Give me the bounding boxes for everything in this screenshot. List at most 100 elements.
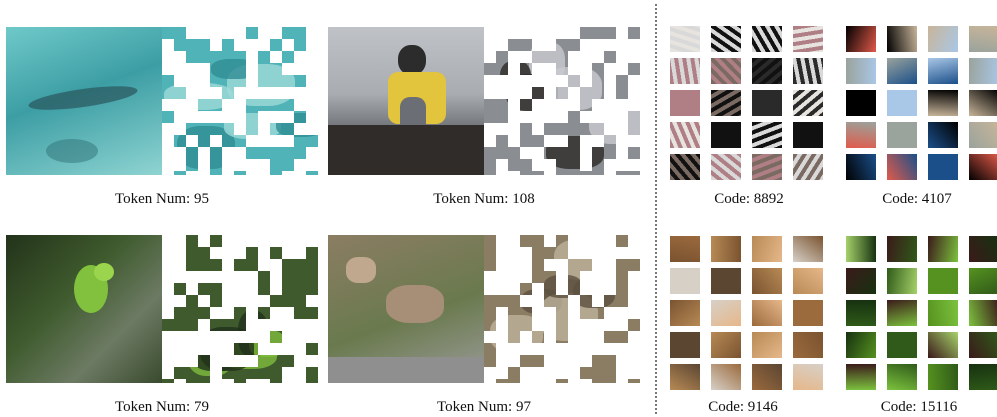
code-patch (928, 58, 958, 84)
code-patch (846, 154, 876, 180)
code-patch (752, 122, 782, 148)
image-pair-fisherman (328, 27, 640, 175)
code-patch (887, 58, 917, 84)
code-patch (846, 58, 876, 84)
code-patch (969, 154, 997, 180)
code-patch (752, 90, 782, 116)
code-patch (711, 364, 741, 390)
codebook-grid (670, 236, 823, 390)
code-patch (793, 332, 823, 358)
code-patch (793, 58, 823, 84)
code-patch (928, 268, 958, 294)
token-count-caption: Token Num: 79 (115, 399, 209, 415)
image-pair-parrot (6, 235, 318, 383)
code-patch (670, 332, 700, 358)
code-patch (711, 300, 741, 326)
code-patch (969, 90, 997, 116)
code-patch (752, 154, 782, 180)
code-patch (711, 90, 741, 116)
code-patch (887, 26, 917, 52)
code-patch (887, 154, 917, 180)
code-patch (711, 26, 741, 52)
code-patch (711, 122, 741, 148)
code-patch (887, 268, 917, 294)
code-patch (670, 364, 700, 390)
masked-image (484, 235, 640, 383)
image-pair-stingray (6, 27, 318, 175)
code-patch (846, 236, 876, 262)
codebook-grid (670, 26, 823, 180)
code-caption: Code: 9146 (708, 399, 778, 415)
code-patch (969, 122, 997, 148)
code-caption: Code: 15116 (880, 399, 958, 415)
code-patch (752, 236, 782, 262)
token-count-caption: Token Num: 97 (437, 399, 531, 415)
code-patch (928, 154, 958, 180)
code-patch (711, 154, 741, 180)
token-count-caption: Token Num: 108 (433, 191, 535, 207)
code-patch (969, 236, 997, 262)
code-patch (711, 332, 741, 358)
code-patch (793, 268, 823, 294)
code-patch (846, 332, 876, 358)
codebook-grid (846, 26, 997, 180)
code-patch (711, 236, 741, 262)
masked-image (484, 27, 640, 175)
code-patch (928, 236, 958, 262)
code-caption: Code: 8892 (714, 191, 784, 207)
code-patch (969, 332, 997, 358)
code-patch (969, 58, 997, 84)
code-patch (887, 300, 917, 326)
code-patch (928, 300, 958, 326)
code-patch (752, 58, 782, 84)
code-patch (969, 268, 997, 294)
masked-image (162, 27, 318, 175)
code-patch (846, 364, 876, 390)
code-patch (670, 58, 700, 84)
code-patch (752, 300, 782, 326)
code-patch (887, 90, 917, 116)
image-pair-goats (328, 235, 640, 383)
code-caption: Code: 4107 (882, 191, 952, 207)
code-patch (928, 364, 958, 390)
code-patch (846, 300, 876, 326)
code-patch (969, 26, 997, 52)
original-image (328, 235, 484, 383)
code-patch (928, 122, 958, 148)
code-patch (793, 236, 823, 262)
token-count-caption: Token Num: 95 (115, 191, 209, 207)
code-patch (711, 58, 741, 84)
code-patch (928, 332, 958, 358)
code-patch (928, 26, 958, 52)
code-patch (793, 300, 823, 326)
code-patch (752, 364, 782, 390)
code-patch (670, 26, 700, 52)
code-patch (793, 26, 823, 52)
code-patch (793, 364, 823, 390)
code-patch (670, 268, 700, 294)
code-patch (793, 122, 823, 148)
code-patch (670, 122, 700, 148)
code-patch (846, 122, 876, 148)
original-image (6, 235, 162, 383)
original-image (328, 27, 484, 175)
panel-divider (655, 4, 657, 414)
code-patch (752, 332, 782, 358)
codebook-grid (846, 236, 997, 390)
original-image (6, 27, 162, 175)
code-patch (887, 364, 917, 390)
code-patch (793, 154, 823, 180)
code-patch (793, 90, 823, 116)
code-patch (846, 26, 876, 52)
code-patch (752, 26, 782, 52)
code-patch (670, 236, 700, 262)
code-patch (969, 364, 997, 390)
code-patch (969, 300, 997, 326)
code-patch (670, 300, 700, 326)
code-patch (670, 154, 700, 180)
code-patch (887, 122, 917, 148)
code-patch (752, 268, 782, 294)
code-patch (711, 268, 741, 294)
code-patch (887, 332, 917, 358)
code-patch (887, 236, 917, 262)
